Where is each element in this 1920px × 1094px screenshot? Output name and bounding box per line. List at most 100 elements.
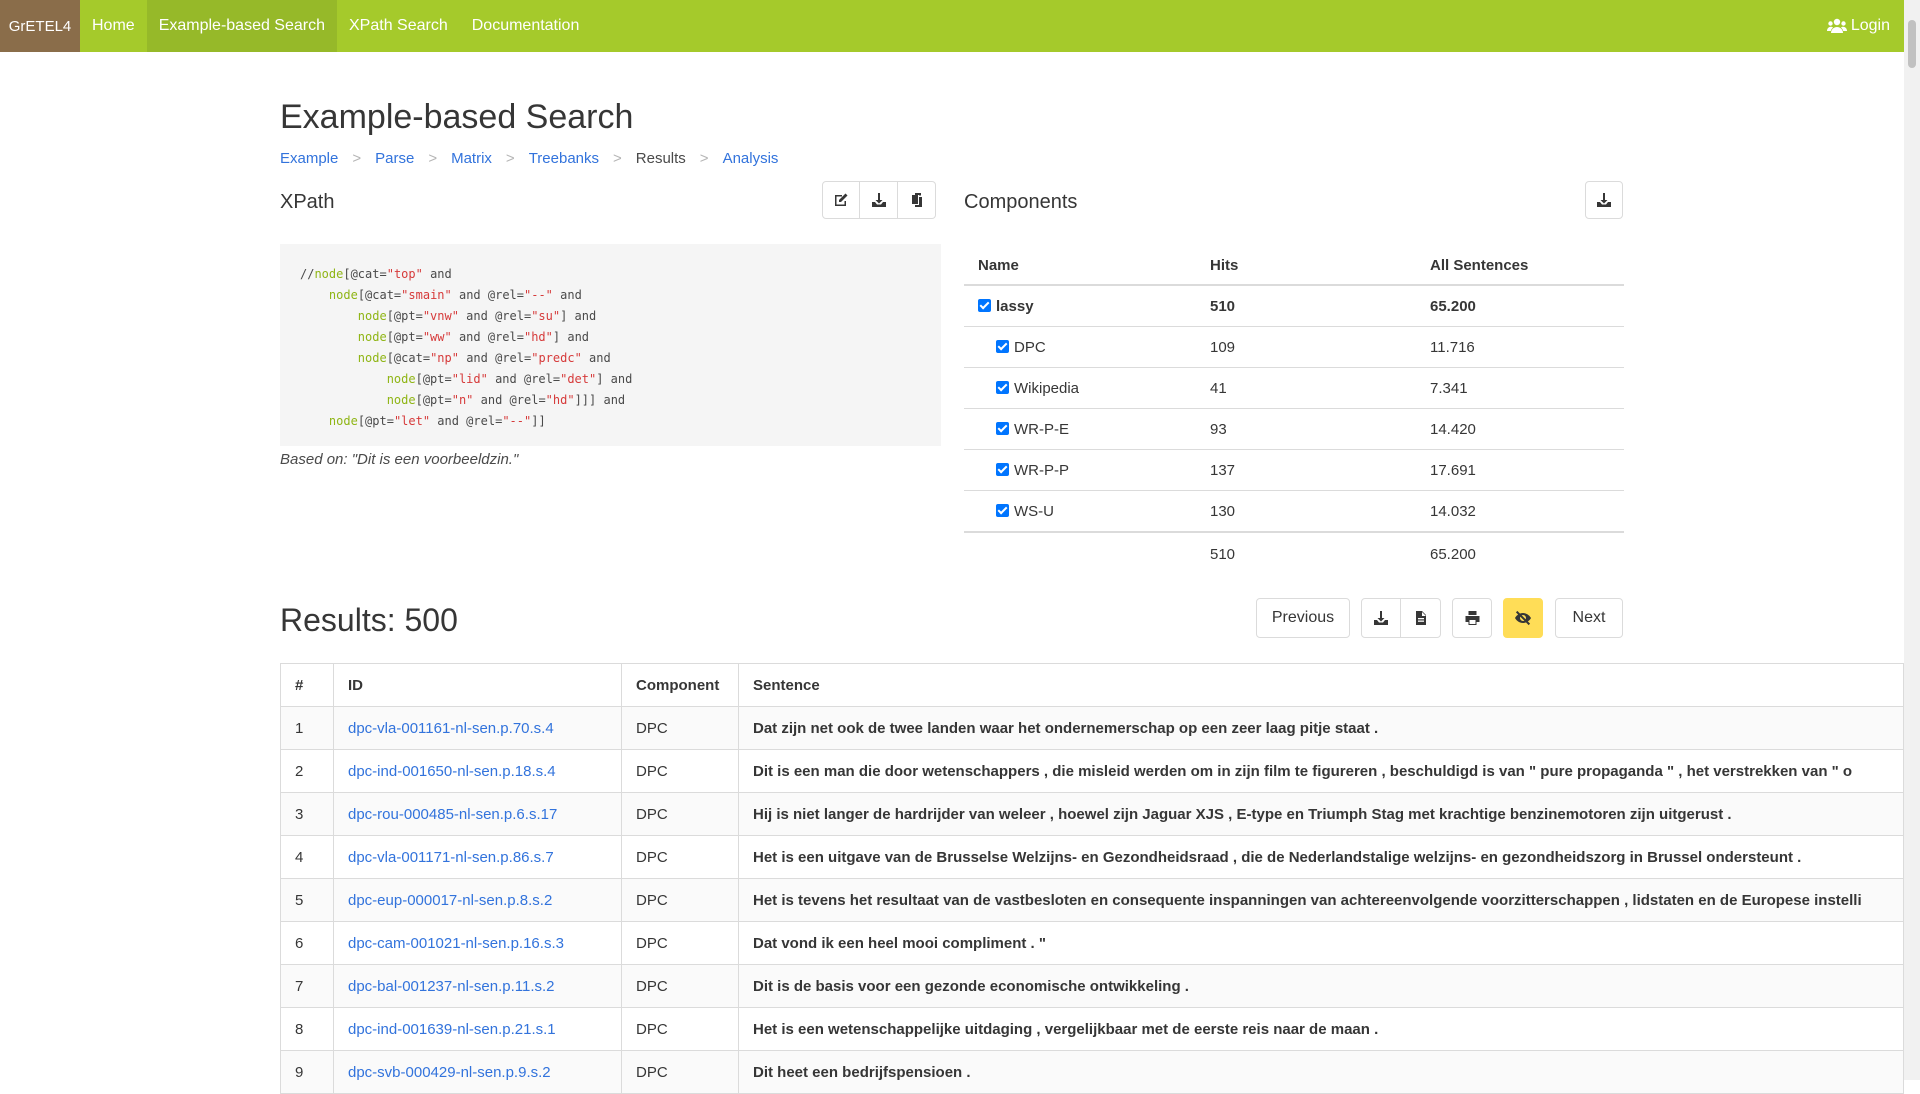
eye-slash-icon	[1515, 610, 1531, 626]
row-number: 4	[280, 835, 334, 879]
component-checkbox[interactable]	[996, 339, 1009, 353]
column-header-id[interactable]: ID	[333, 663, 622, 707]
table-row[interactable]: 8 dpc-ind-001639-nl-sen.p.21.s.1 DPC Het…	[280, 1007, 1904, 1051]
export-button-group	[1361, 598, 1441, 638]
row-number: 2	[280, 749, 334, 793]
download-components-button[interactable]	[1585, 181, 1623, 219]
nav-home[interactable]: Home	[80, 0, 147, 52]
row-component: DPC	[621, 964, 739, 1008]
results-table: # ID Component Sentence 1 dpc-vla-001161…	[280, 663, 1904, 1094]
component-name-cell: WR-P-P	[964, 449, 1210, 491]
file-text-icon	[1415, 611, 1426, 625]
table-row[interactable]: 1 dpc-vla-001161-nl-sen.p.70.s.4 DPC Dat…	[280, 706, 1904, 750]
component-row-wikipedia: Wikipedia 41 7.341	[964, 367, 1624, 409]
edit-icon	[835, 193, 848, 206]
component-checkbox[interactable]	[978, 298, 991, 312]
page-scrollbar[interactable]	[1904, 0, 1920, 1080]
component-all-sentences: 11.716	[1430, 326, 1624, 368]
nav-example-based-search[interactable]: Example-based Search	[146, 0, 337, 52]
xpath-button-group	[822, 181, 936, 219]
component-row-ws-u: WS-U 130 14.032	[964, 490, 1624, 533]
component-checkbox[interactable]	[996, 380, 1009, 394]
component-hits: 93	[1210, 408, 1430, 450]
edit-xpath-button[interactable]	[822, 181, 860, 219]
code-line: node[@pt="ww" and @rel="hd"] and	[357, 330, 590, 344]
sentence-id-link[interactable]: dpc-eup-000017-nl-sen.p.8.s.2	[348, 892, 552, 909]
column-header-sentence[interactable]: Sentence	[738, 663, 1904, 707]
component-checkbox[interactable]	[996, 503, 1009, 517]
row-number: 6	[280, 921, 334, 965]
xpath-code-block[interactable]: //node[@cat="top" and node[@cat="smain" …	[280, 244, 941, 446]
breadcrumb-separator: >	[352, 150, 362, 167]
previous-button[interactable]: Previous	[1256, 598, 1350, 638]
row-number: 1	[280, 706, 334, 750]
component-checkbox[interactable]	[996, 421, 1009, 435]
table-row[interactable]: 6 dpc-cam-001021-nl-sen.p.16.s.3 DPC Dat…	[280, 921, 1904, 965]
table-row[interactable]: 3 dpc-rou-000485-nl-sen.p.6.s.17 DPC Hij…	[280, 792, 1904, 836]
component-all-sentences: 17.691	[1430, 449, 1624, 491]
component-all-sentences: 14.032	[1430, 490, 1624, 533]
row-component: DPC	[621, 749, 739, 793]
nav-documentation[interactable]: Documentation	[460, 0, 592, 52]
sentence-id-link[interactable]: dpc-ind-001650-nl-sen.p.18.s.4	[348, 763, 556, 780]
breadcrumb: Example > Parse > Matrix > Treebanks > R…	[280, 150, 778, 167]
sentence-id-link[interactable]: dpc-vla-001161-nl-sen.p.70.s.4	[348, 720, 554, 737]
code-line: node[@pt="n" and @rel="hd"]]] and	[386, 393, 626, 407]
table-row[interactable]: 7 dpc-bal-001237-nl-sen.p.11.s.2 DPC Dit…	[280, 964, 1904, 1008]
component-row-wr-p-p: WR-P-P 137 17.691	[964, 449, 1624, 491]
scrollbar-thumb[interactable]	[1908, 20, 1916, 68]
sentence-id-link[interactable]: dpc-vla-001171-nl-sen.p.86.s.7	[348, 849, 554, 866]
top-navbar: GrETEL4 Home Example-based Search XPath …	[0, 0, 1904, 52]
hide-context-toggle[interactable]	[1503, 598, 1543, 638]
copy-icon	[911, 193, 922, 207]
brand-logo[interactable]: GrETEL4	[0, 0, 80, 52]
login-button[interactable]: Login	[1826, 0, 1904, 52]
next-button[interactable]: Next	[1555, 598, 1623, 638]
page-title: Example-based Search	[280, 98, 634, 136]
sentence-id-link[interactable]: dpc-bal-001237-nl-sen.p.11.s.2	[348, 978, 555, 995]
copy-xpath-button[interactable]	[898, 181, 936, 219]
row-component: DPC	[621, 835, 739, 879]
component-hits: 41	[1210, 367, 1430, 409]
breadcrumb-separator: >	[428, 150, 438, 167]
sentence-id-link[interactable]: dpc-rou-000485-nl-sen.p.6.s.17	[348, 806, 557, 823]
row-sentence: Dat zijn net ook de twee landen waar het…	[738, 706, 1904, 750]
total-label-cell	[964, 531, 1210, 575]
code-line: node[@pt="let" and @rel="--"]]	[328, 414, 546, 428]
download-results-button[interactable]	[1361, 598, 1401, 638]
sentence-id-link[interactable]: dpc-svb-000429-nl-sen.p.9.s.2	[348, 1064, 551, 1081]
table-row[interactable]: 5 dpc-eup-000017-nl-sen.p.8.s.2 DPC Het …	[280, 878, 1904, 922]
breadcrumb-matrix[interactable]: Matrix	[451, 150, 492, 167]
row-number: 3	[280, 792, 334, 836]
nav-xpath-search[interactable]: XPath Search	[337, 0, 460, 52]
breadcrumb-analysis[interactable]: Analysis	[723, 150, 779, 167]
breadcrumb-separator: >	[613, 150, 622, 167]
breadcrumb-treebanks[interactable]: Treebanks	[529, 150, 599, 167]
download-icon	[1374, 611, 1388, 625]
export-text-button[interactable]	[1401, 598, 1441, 638]
breadcrumb-parse[interactable]: Parse	[375, 150, 414, 167]
table-row[interactable]: 2 dpc-ind-001650-nl-sen.p.18.s.4 DPC Dit…	[280, 749, 1904, 793]
component-name: Wikipedia	[1014, 379, 1080, 397]
row-component: DPC	[621, 921, 739, 965]
component-hits: 109	[1210, 326, 1430, 368]
column-header-component[interactable]: Component	[621, 663, 739, 707]
download-xpath-button[interactable]	[860, 181, 898, 219]
sentence-id-link[interactable]: dpc-ind-001639-nl-sen.p.21.s.1	[348, 1021, 556, 1038]
row-sentence: Dit is de basis voor een gezonde economi…	[738, 964, 1904, 1008]
components-heading: Components	[964, 191, 1078, 213]
breadcrumb-separator: >	[505, 150, 515, 167]
component-name-cell: DPC	[964, 326, 1210, 368]
table-row[interactable]: 4 dpc-vla-001171-nl-sen.p.86.s.7 DPC Het…	[280, 835, 1904, 879]
row-sentence: Dit heet een bedrijfspensioen .	[738, 1050, 1904, 1094]
login-label: Login	[1850, 17, 1890, 34]
component-checkbox[interactable]	[996, 462, 1009, 476]
breadcrumb-example[interactable]: Example	[280, 150, 338, 167]
column-header-number: #	[280, 663, 334, 707]
sentence-id-link[interactable]: dpc-cam-001021-nl-sen.p.16.s.3	[348, 935, 564, 952]
table-row[interactable]: 9 dpc-svb-000429-nl-sen.p.9.s.2 DPC Dit …	[280, 1050, 1904, 1094]
print-button[interactable]	[1452, 598, 1492, 638]
component-all-sentences: 7.341	[1430, 367, 1624, 409]
column-header-all-sentences: All Sentences	[1430, 246, 1624, 286]
